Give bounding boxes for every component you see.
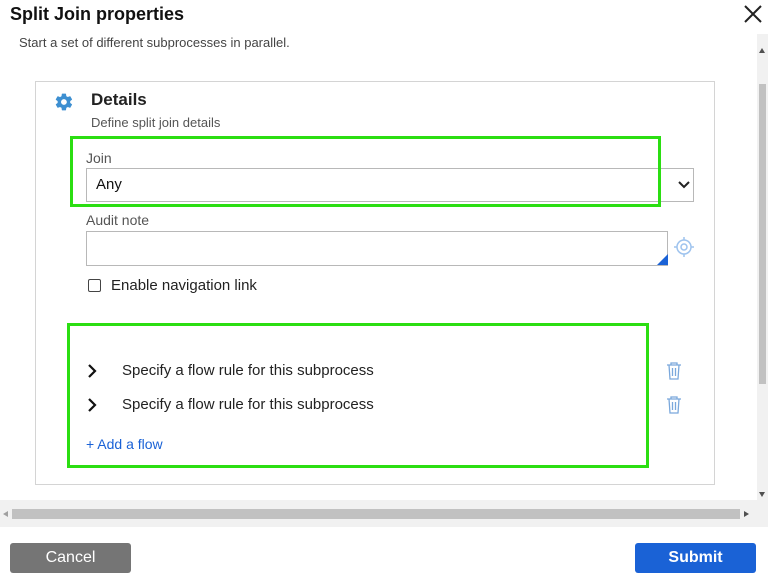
audit-note-label: Audit note [86,212,150,228]
chevron-right-icon[interactable] [86,363,98,379]
dialog-title: Split Join properties [10,4,185,24]
gear-icon [55,93,73,111]
section-title: Details [91,90,147,109]
horizontal-scrollbar[interactable] [0,500,768,527]
add-flow-link[interactable]: + Add a flow [86,436,163,452]
chevron-right-icon[interactable] [86,397,98,413]
navigation-link-label[interactable]: Enable navigation link [111,277,257,294]
join-label: Join [86,150,112,166]
join-select[interactable] [86,168,694,202]
audit-note-field[interactable] [86,231,668,266]
horizontal-scroll-thumb[interactable] [12,509,740,519]
submit-button[interactable]: Submit [635,543,756,573]
scroll-left-arrow[interactable] [3,511,8,517]
trash-icon[interactable] [665,361,683,381]
flow-row-label: Specify a flow rule for this subprocess [122,396,374,413]
vertical-scrollbar[interactable] [757,34,768,500]
chevron-down-icon[interactable] [678,180,690,190]
vertical-scroll-thumb[interactable] [759,84,766,384]
cancel-button[interactable]: Cancel [10,543,131,573]
trash-icon[interactable] [665,395,683,415]
navigation-link-checkbox[interactable] [88,279,101,292]
close-icon[interactable] [741,2,765,26]
flow-row-label: Specify a flow rule for this subprocess [122,362,374,379]
section-subtitle: Define split join details [91,115,221,130]
scroll-right-arrow[interactable] [744,511,749,517]
target-icon[interactable] [673,236,695,258]
scroll-up-arrow[interactable] [759,48,765,53]
dialog-subtitle: Start a set of different subprocesses in… [19,35,290,50]
resize-handle[interactable] [657,254,668,265]
join-selected-value: Any [96,176,122,193]
scroll-down-arrow[interactable] [759,492,765,497]
